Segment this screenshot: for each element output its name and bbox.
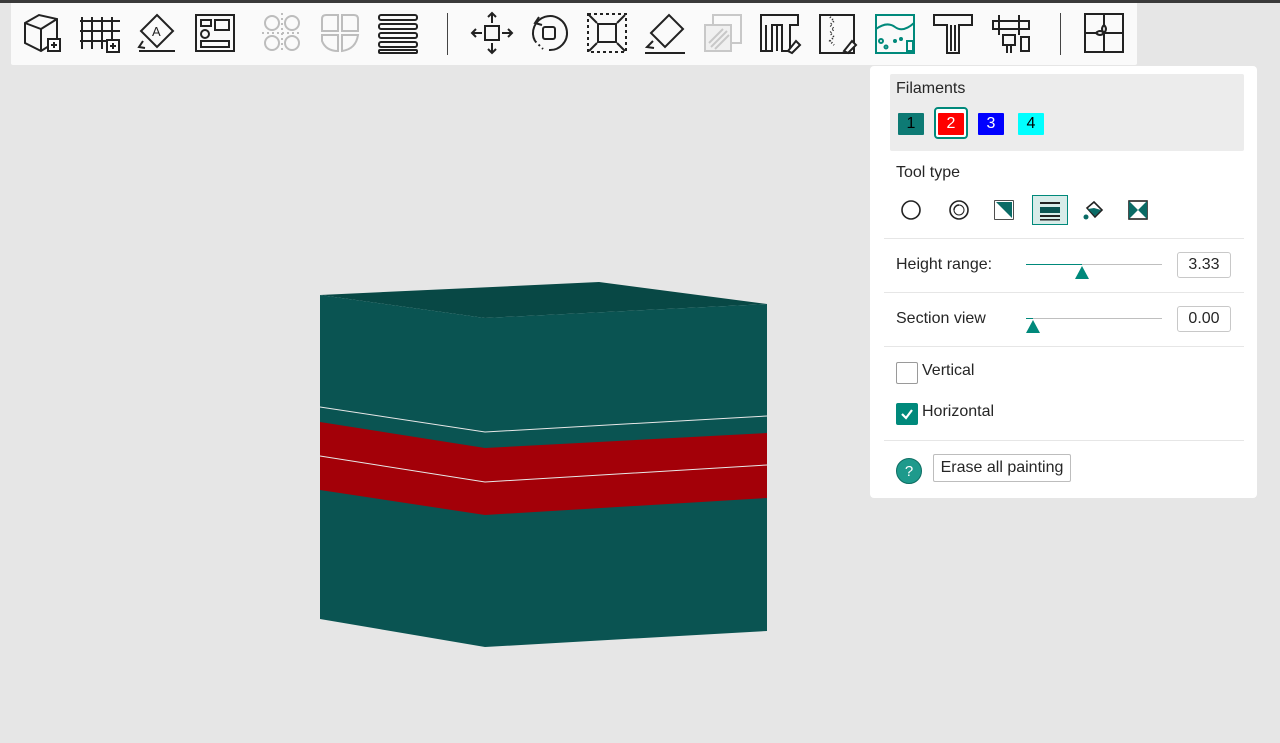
scale-icon bbox=[587, 13, 627, 53]
tool-circle-button[interactable] bbox=[895, 195, 927, 225]
seam-painting-icon bbox=[819, 14, 858, 55]
panel-divider bbox=[884, 346, 1244, 347]
add-object-icon bbox=[24, 13, 61, 53]
split-parts-button[interactable] bbox=[316, 9, 364, 57]
arrange-button[interactable] bbox=[191, 9, 239, 57]
cut-icon bbox=[704, 14, 742, 52]
scale-button[interactable] bbox=[583, 9, 631, 57]
tool-gap-fill-button[interactable] bbox=[1122, 195, 1154, 225]
cut-button[interactable] bbox=[699, 9, 747, 57]
section-view-label: Section view bbox=[896, 310, 986, 327]
arrange-icon bbox=[195, 14, 235, 52]
add-plate-button[interactable] bbox=[76, 9, 124, 57]
split-objects-icon bbox=[262, 13, 302, 53]
auto-orient-icon: A bbox=[137, 13, 175, 52]
measure-icon bbox=[992, 15, 1030, 53]
add-plate-icon bbox=[80, 17, 120, 53]
text-icon bbox=[933, 14, 973, 54]
tool-sphere-button[interactable] bbox=[943, 195, 975, 225]
fill-tool-icon bbox=[1083, 200, 1104, 220]
lay-on-face-button[interactable] bbox=[641, 9, 689, 57]
gap-fill-tool-icon bbox=[1128, 200, 1148, 220]
rotate-button[interactable] bbox=[525, 9, 573, 57]
horizontal-label: Horizontal bbox=[922, 403, 995, 420]
3d-viewport[interactable] bbox=[0, 65, 870, 738]
move-icon bbox=[470, 11, 514, 55]
move-button[interactable] bbox=[468, 9, 516, 57]
sphere-tool-icon bbox=[949, 200, 969, 220]
toolbar-separator bbox=[1060, 13, 1061, 55]
height-range-label: Height range: bbox=[896, 256, 993, 273]
assembly-icon bbox=[1084, 13, 1124, 53]
erase-all-painting-button[interactable]: Erase all painting bbox=[933, 454, 1071, 482]
height-range-slider-thumb[interactable] bbox=[1074, 266, 1089, 279]
height-range-tool-icon bbox=[1040, 202, 1060, 221]
auto-orient-button[interactable]: A bbox=[133, 9, 181, 57]
tool-height-range-button[interactable] bbox=[1032, 195, 1068, 225]
help-icon[interactable]: ? bbox=[896, 458, 922, 484]
color-painting-icon bbox=[875, 14, 915, 54]
panel-divider bbox=[884, 238, 1244, 239]
color-painting-panel: Filaments 1234 Tool type Height range: 3… bbox=[870, 66, 1257, 498]
horizontal-checkbox[interactable] bbox=[896, 403, 918, 425]
color-painting-button[interactable] bbox=[871, 9, 919, 57]
filaments-section: Filaments 1234 bbox=[890, 74, 1244, 151]
lay-on-face-icon bbox=[644, 13, 685, 54]
support-painting-button[interactable] bbox=[756, 9, 804, 57]
section-view-slider-track[interactable] bbox=[1026, 318, 1162, 319]
section-view-slider-thumb[interactable] bbox=[1025, 320, 1040, 333]
filament-swatch-4[interactable]: 4 bbox=[1018, 113, 1044, 135]
section-view-slider-fill bbox=[1026, 318, 1033, 319]
split-objects-button[interactable] bbox=[258, 9, 306, 57]
filament-swatch-2[interactable]: 2 bbox=[938, 113, 964, 135]
toolbar-separator bbox=[447, 13, 448, 55]
filament-swatch-1[interactable]: 1 bbox=[898, 113, 924, 135]
panel-divider bbox=[884, 292, 1244, 293]
vertical-checkbox[interactable] bbox=[896, 362, 918, 384]
vertical-label: Vertical bbox=[922, 362, 975, 379]
layers-button[interactable] bbox=[374, 9, 422, 57]
check-icon bbox=[901, 409, 913, 420]
seam-painting-button[interactable] bbox=[814, 9, 862, 57]
split-parts-icon bbox=[321, 14, 360, 53]
tool-type-title: Tool type bbox=[896, 164, 961, 181]
circle-tool-icon bbox=[901, 200, 921, 220]
height-range-value[interactable]: 3.33 bbox=[1177, 252, 1231, 278]
layers-icon bbox=[378, 14, 418, 54]
panel-divider bbox=[884, 440, 1244, 441]
triangle-tool-icon bbox=[994, 200, 1014, 220]
filaments-title: Filaments bbox=[896, 80, 966, 97]
assembly-button[interactable] bbox=[1080, 9, 1128, 57]
text-button[interactable] bbox=[929, 9, 977, 57]
support-painting-icon bbox=[760, 14, 802, 55]
model-preview[interactable] bbox=[0, 65, 870, 738]
tool-fill-button[interactable] bbox=[1078, 195, 1110, 225]
tool-triangle-button[interactable] bbox=[988, 195, 1020, 225]
filament-swatch-3[interactable]: 3 bbox=[978, 113, 1004, 135]
height-range-slider-fill bbox=[1026, 264, 1082, 265]
add-object-button[interactable] bbox=[19, 9, 67, 57]
svg-text:A: A bbox=[152, 24, 161, 39]
main-toolbar: A bbox=[11, 3, 1137, 65]
rotate-icon bbox=[532, 15, 568, 52]
measure-button[interactable] bbox=[987, 9, 1035, 57]
section-view-value[interactable]: 0.00 bbox=[1177, 306, 1231, 332]
